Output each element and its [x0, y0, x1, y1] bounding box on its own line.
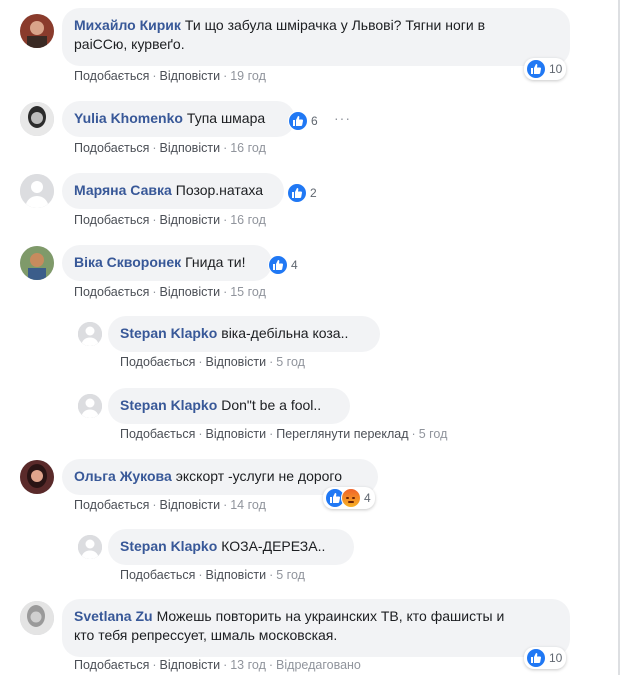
comment-text-line2: раіССю, курвеґо. — [74, 36, 185, 52]
like-link[interactable]: Подобається — [120, 355, 195, 369]
comment-text: Можешь повторить на украинских ТВ, кто ф… — [156, 608, 505, 624]
comment-bubble: Svetlana Zu Можешь повторить на украински… — [62, 599, 570, 657]
comment-author[interactable]: Маряна Савка — [74, 182, 172, 198]
comment-actions: Подобається · Відповісти · 16 год — [74, 141, 266, 155]
comment-actions: Подобається · Відповісти · 5 год — [120, 355, 305, 369]
reply-link[interactable]: Відповісти — [160, 141, 221, 155]
reaction-count[interactable]: 4 — [323, 487, 375, 509]
reply-link[interactable]: Відповісти — [160, 658, 221, 672]
comment-author[interactable]: Stepan Klapko — [120, 325, 217, 341]
comment-bubble: Віка Скворонек Гнида ти! — [62, 245, 272, 281]
timestamp[interactable]: 5 год — [276, 568, 305, 582]
comment-author[interactable]: Stepan Klapko — [120, 397, 217, 413]
reaction-count[interactable]: 10 — [524, 647, 567, 669]
angry-reaction-icon — [341, 488, 361, 508]
timestamp[interactable]: 19 год — [230, 69, 266, 83]
avatar[interactable] — [20, 460, 54, 494]
comment-actions: Подобається · Відповісти · 13 год · Відредагов… — [74, 658, 361, 672]
like-link[interactable]: Подобається — [120, 427, 195, 441]
comment-bubble: Михайло Кирик Ти що забула шмірачка у Льв… — [62, 8, 570, 66]
like-link[interactable]: Подобається — [74, 285, 149, 299]
avatar[interactable] — [20, 102, 54, 136]
timestamp[interactable]: 5 год — [276, 355, 305, 369]
timestamp[interactable]: 13 год — [230, 658, 266, 672]
like-link[interactable]: Подобається — [74, 498, 149, 512]
like-link[interactable]: Подобається — [74, 69, 149, 83]
reply-link[interactable]: Відповісти — [206, 355, 267, 369]
comment-actions: Подобається · Відповісти · Переглянути перек… — [120, 427, 448, 441]
comment-actions: Подобається · Відповісти · 5 год — [120, 568, 305, 582]
reply-link[interactable]: Відповісти — [160, 69, 221, 83]
comment-text: КОЗА-ДЕРЕЗА.. — [221, 538, 326, 554]
comment-text-line2: кто тебя репрессует, шмаль московская. — [74, 627, 338, 643]
avatar-placeholder[interactable] — [78, 535, 102, 559]
like-reaction-icon — [526, 59, 546, 79]
reaction-count[interactable]: 2 — [287, 183, 317, 203]
comment-author[interactable]: Михайло Кирик — [74, 17, 181, 33]
comment-text: Ти що забула шмірачка у Львові? Тягни но… — [184, 17, 486, 33]
avatar-placeholder[interactable] — [20, 174, 54, 208]
reaction-count[interactable]: 4 — [268, 255, 298, 275]
avatar-placeholder[interactable] — [78, 322, 102, 346]
comment-author[interactable]: Віка Скворонек — [74, 254, 181, 270]
timestamp[interactable]: 15 год — [230, 285, 266, 299]
like-link[interactable]: Подобається — [74, 658, 149, 672]
comment-actions: Подобається · Відповісти · 15 год — [74, 285, 266, 299]
comment-actions: Подобається · Відповісти · 19 год — [74, 69, 266, 83]
comment-text: Don"t be a fool.. — [221, 397, 322, 413]
avatar-placeholder[interactable] — [78, 394, 102, 418]
avatar[interactable] — [20, 246, 54, 280]
comment-text: Тупа шмара — [186, 110, 266, 126]
comment-text: экскорт -услуги не дорого — [175, 468, 343, 484]
timestamp[interactable]: 16 год — [230, 141, 266, 155]
comment-bubble: Yulia Khomenko Тупа шмара — [62, 101, 295, 137]
timestamp[interactable]: 14 год — [230, 498, 266, 512]
comment-author[interactable]: Stepan Klapko — [120, 538, 217, 554]
comment-text: Позор.натаха — [175, 182, 264, 198]
comment-actions: Подобається · Відповісти · 16 год — [74, 213, 266, 227]
reply-link[interactable]: Відповісти — [160, 285, 221, 299]
like-link[interactable]: Подобається — [74, 141, 149, 155]
timestamp[interactable]: 16 год — [230, 213, 266, 227]
see-translation-link[interactable]: Переглянути переклад — [276, 427, 408, 441]
edited-label[interactable]: Відредаговано — [276, 658, 361, 672]
like-reaction-icon — [287, 183, 307, 203]
comment-text: віка-дебільна коза.. — [221, 325, 349, 341]
timestamp[interactable]: 5 год — [419, 427, 448, 441]
avatar[interactable] — [20, 601, 54, 635]
comment-author[interactable]: Ольга Жукова — [74, 468, 172, 484]
like-reaction-icon — [268, 255, 288, 275]
reply-link[interactable]: Відповісти — [160, 213, 221, 227]
reply-link[interactable]: Відповісти — [160, 498, 221, 512]
comment-text: Гнида ти! — [185, 254, 246, 270]
like-reaction-icon — [526, 648, 546, 668]
comment-author[interactable]: Yulia Khomenko — [74, 110, 183, 126]
comment-bubble: Маряна Савка Позор.натаха — [62, 173, 284, 209]
comment-bubble: Stepan Klapko віка-дебільна коза.. — [108, 316, 380, 352]
comment-bubble: Stepan Klapko Don"t be a fool.. — [108, 388, 350, 424]
reaction-count[interactable]: 10 — [524, 58, 567, 80]
like-reaction-icon — [288, 111, 308, 131]
comment-actions: Подобається · Відповісти · 14 год — [74, 498, 266, 512]
reply-link[interactable]: Відповісти — [206, 427, 267, 441]
reaction-count[interactable]: 6 — [288, 111, 318, 131]
reply-link[interactable]: Відповісти — [206, 568, 267, 582]
more-options-icon[interactable]: ··· — [334, 110, 351, 126]
like-link[interactable]: Подобається — [74, 213, 149, 227]
comment-bubble: Stepan Klapko КОЗА-ДЕРЕЗА.. — [108, 529, 354, 565]
comment-author[interactable]: Svetlana Zu — [74, 608, 153, 624]
avatar[interactable] — [20, 14, 54, 48]
like-link[interactable]: Подобається — [120, 568, 195, 582]
